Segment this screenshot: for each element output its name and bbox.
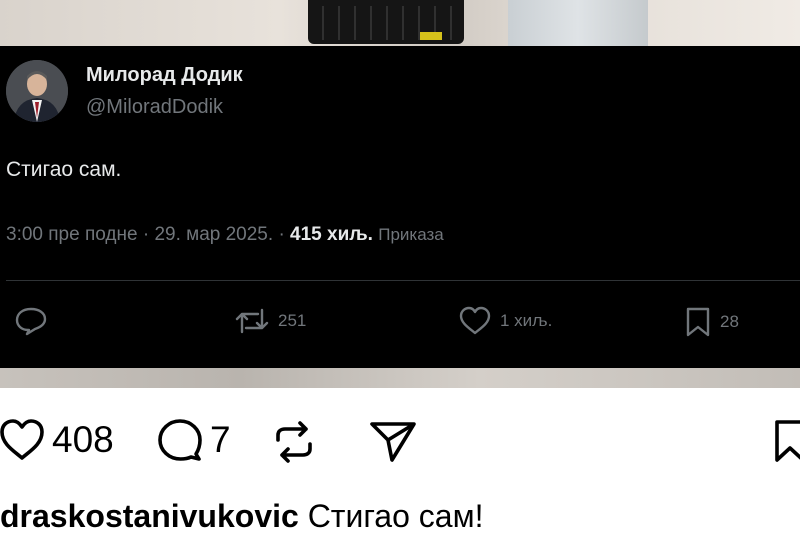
- photo-top-strip: [0, 0, 800, 46]
- author-handle[interactable]: @MiloradDodik: [86, 96, 223, 119]
- views-count: 415 хиљ.: [290, 224, 373, 245]
- photo-bottom-strip: [0, 368, 800, 388]
- heart-icon: [458, 306, 492, 336]
- retweet-button[interactable]: 251: [234, 306, 306, 336]
- retweet-count: 251: [278, 311, 307, 330]
- ig-share-button[interactable]: [368, 418, 418, 464]
- bookmark-button[interactable]: 28: [684, 306, 739, 338]
- ig-repost-button[interactable]: [270, 418, 318, 466]
- ig-comment-button[interactable]: 7: [156, 418, 231, 462]
- tweet-time[interactable]: 3:00 пре подне: [6, 224, 138, 245]
- tweet-card: Милорад Додик @MiloradDodik Стигао сам. …: [0, 46, 800, 368]
- send-icon: [368, 418, 418, 464]
- divider: [6, 280, 800, 281]
- repost-icon: [270, 418, 318, 466]
- post-caption: draskostanivukovic Стигао сам!: [0, 498, 483, 535]
- bookmark-icon: [684, 306, 712, 338]
- meta-separator: ·: [142, 224, 150, 245]
- views-label: Приказа: [378, 225, 444, 244]
- tweet-meta: 3:00 пре подне · 29. мар 2025. · 415 хиљ…: [6, 224, 444, 246]
- heart-icon: [0, 418, 46, 462]
- tweet-text: Стигао сам.: [6, 158, 122, 181]
- bookmark-icon: [772, 418, 800, 464]
- bookmark-count: 28: [720, 312, 739, 331]
- comment-icon: [156, 418, 204, 462]
- ig-like-count: 408: [52, 419, 114, 460]
- ig-like-button[interactable]: 408: [0, 418, 114, 462]
- ig-comment-count: 7: [210, 419, 231, 460]
- caption-username[interactable]: draskostanivukovic: [0, 498, 299, 534]
- retweet-icon: [234, 306, 270, 336]
- meta-separator: ·: [278, 224, 285, 245]
- like-count: 1 хиљ.: [500, 311, 553, 330]
- suitcase-image: [308, 0, 464, 44]
- tweet-date[interactable]: 29. мар 2025.: [154, 224, 273, 245]
- reply-button[interactable]: [14, 306, 56, 336]
- leg-image: [508, 0, 648, 46]
- reply-icon: [14, 306, 48, 336]
- instagram-post-footer: 408 7 draskostanivukovic Стигао сам!: [0, 388, 800, 550]
- caption-text: Стигао сам!: [307, 498, 484, 534]
- author-name[interactable]: Милорад Додик: [86, 64, 243, 87]
- like-button[interactable]: 1 хиљ.: [458, 306, 552, 336]
- avatar[interactable]: [6, 60, 68, 122]
- ig-save-button[interactable]: [772, 418, 800, 464]
